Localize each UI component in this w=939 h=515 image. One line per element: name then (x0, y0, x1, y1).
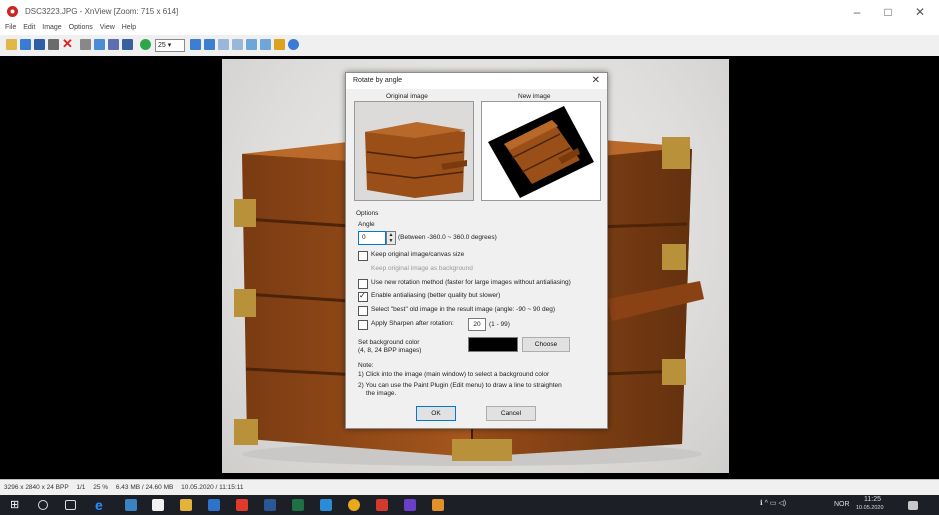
xnview-app-icon (7, 6, 18, 17)
window-title: DSC3223.JPG - XnView [Zoom: 715 x 614] (25, 7, 179, 16)
edge-browser-icon[interactable]: e (95, 498, 107, 512)
tray-icons[interactable]: ℹ ^ ▭ ◁) (760, 499, 786, 507)
antialias-label: Enable antialiasing (better quality but … (371, 292, 501, 299)
excel-icon[interactable] (292, 499, 304, 511)
word-icon[interactable] (264, 499, 276, 511)
new-image-preview (481, 101, 601, 201)
menu-file[interactable]: File (5, 24, 16, 31)
xnview-taskbar-icon[interactable] (376, 499, 388, 511)
minimize-button[interactable]: – (845, 4, 869, 20)
acrobat-icon[interactable] (236, 499, 248, 511)
keep-size-checkbox[interactable] (358, 251, 368, 261)
rotate-left-icon[interactable] (218, 39, 229, 50)
sharpen-label: Apply Sharpen after rotation: (371, 320, 454, 327)
shopping-bag-icon[interactable] (152, 499, 164, 511)
notifications-icon[interactable] (908, 501, 918, 510)
cancel-button[interactable]: Cancel (486, 406, 536, 421)
keep-size-label: Keep original image/canvas size (371, 251, 465, 258)
note-1: 1) Click into the image (main window) to… (358, 371, 550, 378)
copy-icon[interactable] (94, 39, 105, 50)
info-icon[interactable] (288, 39, 299, 50)
chrome-icon[interactable] (348, 499, 360, 511)
menu-bar: File Edit Image Options View Help (0, 22, 939, 35)
dialog-title-bar: Rotate by angle ✕ (346, 73, 607, 89)
zoom-select[interactable]: 25 ▾ (155, 39, 185, 52)
note-title: Note: (358, 362, 374, 369)
help-icon[interactable] (122, 39, 133, 50)
status-bar: 3296 x 2840 x 24 BPP 1/1 25 % 6.43 MB / … (0, 479, 939, 495)
menu-edit[interactable]: Edit (23, 24, 35, 31)
options-label: Options (356, 210, 379, 217)
new-image-label: New image (518, 93, 551, 100)
search-icon[interactable] (38, 500, 48, 510)
print-icon[interactable] (48, 39, 59, 50)
status-dimensions: 3296 x 2840 x 24 BPP (4, 484, 69, 491)
dialog-title: Rotate by angle (353, 77, 403, 84)
new-method-checkbox[interactable] (358, 279, 368, 289)
menu-view[interactable]: View (100, 24, 115, 31)
slideshow-icon[interactable] (274, 39, 285, 50)
open-icon[interactable] (20, 39, 31, 50)
best-old-checkbox[interactable] (358, 306, 368, 316)
menu-help[interactable]: Help (122, 24, 136, 31)
best-old-label: Select "best" old image in the result im… (371, 306, 556, 313)
onenote-icon[interactable] (404, 499, 416, 511)
status-zoom: 25 % (93, 484, 109, 491)
save-icon[interactable] (34, 39, 45, 50)
keep-background-label: Keep original image as background (371, 265, 473, 272)
tray-time[interactable]: 11:25 (864, 496, 881, 503)
browser-icon[interactable] (6, 39, 17, 50)
new-method-label: Use new rotation method (faster for larg… (371, 279, 571, 286)
windows-taskbar: ⊞ e ℹ ^ ▭ ◁) NOR 11:25 10.05.2020 (0, 495, 939, 515)
sharpen-checkbox[interactable] (358, 320, 368, 330)
menu-options[interactable]: Options (69, 24, 93, 31)
status-index: 1/1 (76, 484, 86, 491)
delete-icon[interactable]: ✕ (62, 37, 73, 50)
angle-range-text: (Between -360.0 ~ 360.0 degrees) (398, 234, 497, 241)
photos-icon[interactable] (320, 499, 332, 511)
next-icon[interactable] (260, 39, 271, 50)
tray-language[interactable]: NOR (834, 501, 850, 508)
note-3: the image. (366, 390, 397, 397)
zoom-in-icon[interactable] (190, 39, 201, 50)
store-icon[interactable] (125, 499, 137, 511)
file-explorer-icon[interactable] (180, 499, 192, 511)
bg-color-swatch[interactable] (468, 337, 518, 352)
dialog-close-button[interactable]: ✕ (592, 75, 600, 86)
fullscreen-icon[interactable] (140, 39, 151, 50)
angle-label: Angle (358, 221, 375, 228)
original-image-label: Original image (386, 93, 428, 100)
choose-color-button[interactable]: Choose (522, 337, 570, 352)
previous-icon[interactable] (246, 39, 257, 50)
tray-date[interactable]: 10.05.2020 (856, 505, 884, 511)
task-view-icon[interactable] (65, 500, 76, 510)
sharpen-input[interactable]: 20 (468, 318, 486, 331)
angle-input[interactable]: 0 (358, 231, 386, 245)
paint-icon[interactable] (432, 499, 444, 511)
mail-icon[interactable] (208, 499, 220, 511)
rotate-right-icon[interactable] (232, 39, 243, 50)
status-size: 6.43 MB / 24.60 MB (115, 484, 174, 491)
sharpen-range-text: (1 - 99) (489, 321, 510, 328)
ok-button[interactable]: OK (416, 406, 456, 421)
title-bar: DSC3223.JPG - XnView [Zoom: 715 x 614] –… (0, 0, 939, 24)
bg-color-sublabel: (4, 8, 24 BPP images) (358, 347, 422, 354)
maximize-button[interactable]: □ (876, 4, 900, 20)
angle-spinner[interactable]: ▲ ▼ (386, 231, 396, 245)
zoom-out-icon[interactable] (204, 39, 215, 50)
rotate-dialog: Rotate by angle ✕ Original image New ima… (345, 72, 608, 429)
status-date: 10.05.2020 / 11:15:11 (181, 484, 244, 491)
note-2: 2) You can use the Paint Plugin (Edit me… (358, 382, 562, 389)
antialias-checkbox[interactable] (358, 291, 368, 302)
bg-color-label: Set background color (358, 339, 420, 346)
paste-icon[interactable] (108, 39, 119, 50)
windows-start-icon[interactable]: ⊞ (10, 499, 22, 511)
menu-image[interactable]: Image (42, 24, 61, 31)
cut-icon[interactable] (80, 39, 91, 50)
close-window-button[interactable]: ✕ (908, 4, 932, 20)
toolbar: ✕ 25 ▾ (0, 35, 939, 57)
original-image-preview (354, 101, 474, 201)
